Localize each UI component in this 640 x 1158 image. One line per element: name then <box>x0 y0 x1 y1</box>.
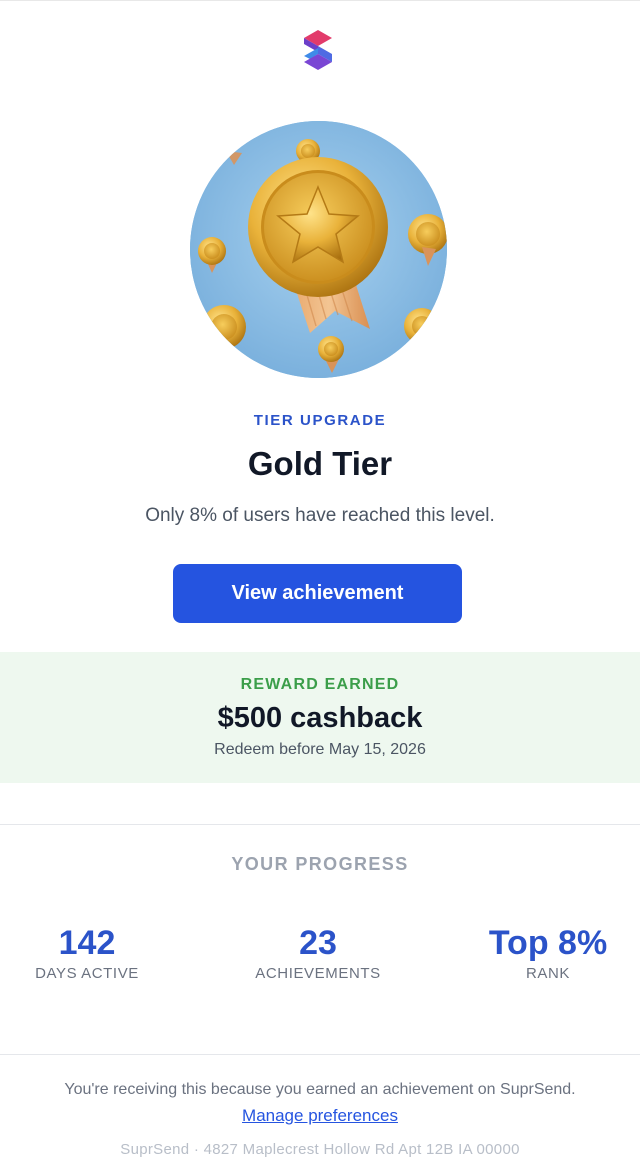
reward-box: REWARD EARNED $500 cashback Redeem befor… <box>0 652 640 783</box>
view-achievement-button[interactable]: View achievement <box>173 564 462 623</box>
progress-heading: YOUR PROGRESS <box>231 854 409 874</box>
tier-eyebrow: TIER UPGRADE <box>253 412 387 429</box>
stat-achievements: 23 ACHIEVEMENTS <box>208 922 428 982</box>
footer-link-wrap: Manage preferences <box>0 1106 640 1126</box>
achievement-subtitle: Only 8% of users have reached this level… <box>145 505 495 526</box>
footer-address: SuprSend · 4827 Maplecrest Hollow Rd Apt… <box>120 1141 520 1158</box>
stat-days-active: 142 DAYS ACTIVE <box>0 922 197 982</box>
top-border <box>0 0 640 1</box>
stat-label: ACHIEVEMENTS <box>255 965 381 982</box>
stat-label: RANK <box>525 965 571 982</box>
stat-value: 23 <box>299 924 337 962</box>
manage-preferences-link[interactable]: Manage preferences <box>242 1106 398 1125</box>
reward-amount: $500 cashback <box>217 702 423 734</box>
footer-notice: You're receiving this because you earned… <box>64 1081 576 1098</box>
email-page: TIER UPGRADE Gold Tier Only 8% of users … <box>0 0 640 1158</box>
hero-image <box>190 121 447 378</box>
stat-value: Top 8% <box>488 924 608 962</box>
suprsend-logo-icon <box>304 30 332 70</box>
stat-rank: Top 8% RANK <box>438 922 640 982</box>
stat-value: 142 <box>58 924 116 962</box>
footer-divider <box>0 1054 640 1055</box>
gold-medal-illustration <box>190 121 447 378</box>
section-divider <box>0 824 640 825</box>
achievement-title: Gold Tier <box>247 445 393 482</box>
stat-label: DAYS ACTIVE <box>35 965 139 982</box>
reward-expiry-note: Redeem before May 15, 2026 <box>214 741 426 758</box>
reward-label: REWARD EARNED <box>240 676 400 693</box>
